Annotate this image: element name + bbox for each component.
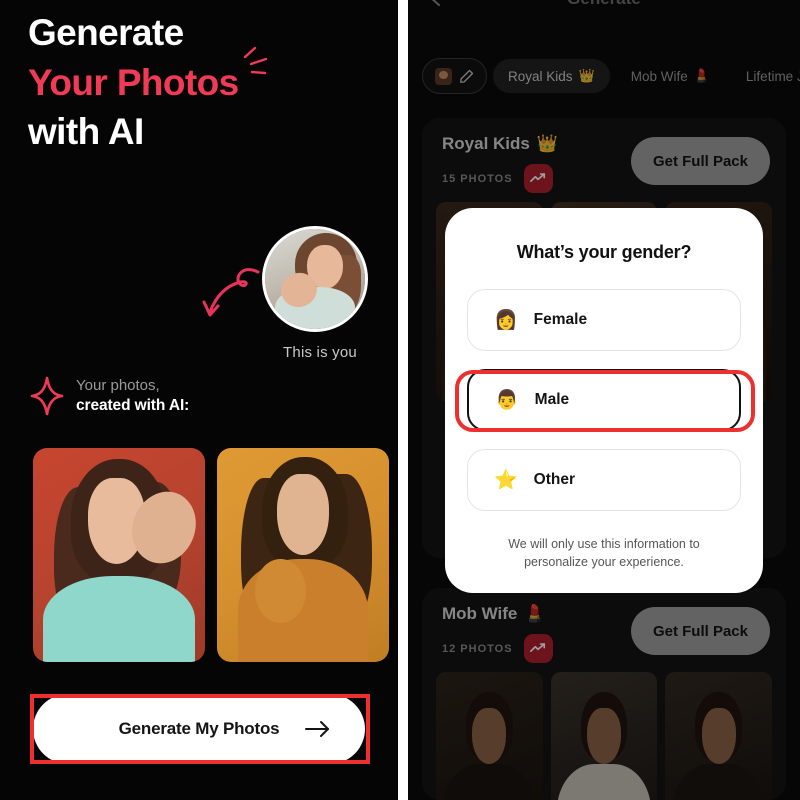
gender-option-female-label: Female — [533, 311, 588, 328]
headline-line-2: Your Photos — [28, 61, 239, 103]
panel-divider — [398, 0, 408, 800]
modal-title: What’s your gender? — [516, 242, 692, 262]
gender-option-male[interactable]: 👨 Male — [467, 369, 741, 431]
headline-line-1: Generate — [28, 12, 184, 53]
emphasis-marks-icon — [243, 46, 267, 74]
avatar-photo — [265, 229, 365, 329]
left-promo-panel: Generate Your Photos with AI This is you… — [0, 0, 398, 800]
ai-photo-grid — [33, 448, 389, 662]
cta-wrapper: Generate My Photos — [33, 694, 365, 764]
headline-line-3: with AI — [28, 111, 144, 153]
modal-footer-note: We will only use this information to per… — [467, 535, 741, 571]
right-app-panel: Generate Royal Kids 👑 Mob Wife 💄 Lifetim… — [408, 0, 800, 800]
curved-arrow-icon — [202, 268, 260, 317]
avatar-caption: This is you — [283, 344, 357, 361]
man-icon: 👨 — [495, 389, 519, 411]
ai-photos-label-top: Your photos, — [76, 377, 160, 394]
arrow-right-icon — [305, 721, 329, 737]
app-screenshot: Generate Your Photos with AI This is you… — [0, 0, 800, 800]
modal-footer-line-2: personalize your experience. — [524, 555, 684, 570]
ai-photos-label-bottom: created with AI: — [76, 396, 190, 414]
ai-photos-label-row: Your photos, created with AI: — [30, 376, 189, 416]
gender-option-female[interactable]: 👩 Female — [467, 289, 741, 351]
star-icon: ⭐ — [494, 469, 518, 491]
gender-option-male-label: Male — [534, 391, 570, 408]
gender-options-list: 👩 Female 👨 Male ⭐ Other — [467, 289, 741, 511]
headline-block: Generate Your Photos with AI — [28, 8, 368, 157]
ai-photo-2[interactable] — [217, 448, 389, 662]
user-avatar — [262, 226, 368, 332]
gender-modal: What’s your gender? 👩 Female 👨 Male ⭐ Ot… — [445, 208, 763, 594]
woman-icon: 👩 — [494, 309, 518, 331]
gender-option-other[interactable]: ⭐ Other — [467, 449, 741, 511]
modal-footer-line-1: We will only use this information to — [508, 537, 700, 551]
headline-line-2-wrap: Your Photos — [28, 46, 267, 108]
ai-photo-1[interactable] — [33, 448, 205, 662]
cta-label: Generate My Photos — [118, 719, 280, 738]
gender-option-other-label: Other — [533, 471, 576, 488]
avatar-ring — [262, 226, 368, 332]
sparkle-icon — [30, 376, 64, 416]
generate-my-photos-button[interactable]: Generate My Photos — [33, 694, 365, 764]
ai-photos-label: Your photos, created with AI: — [76, 376, 189, 416]
